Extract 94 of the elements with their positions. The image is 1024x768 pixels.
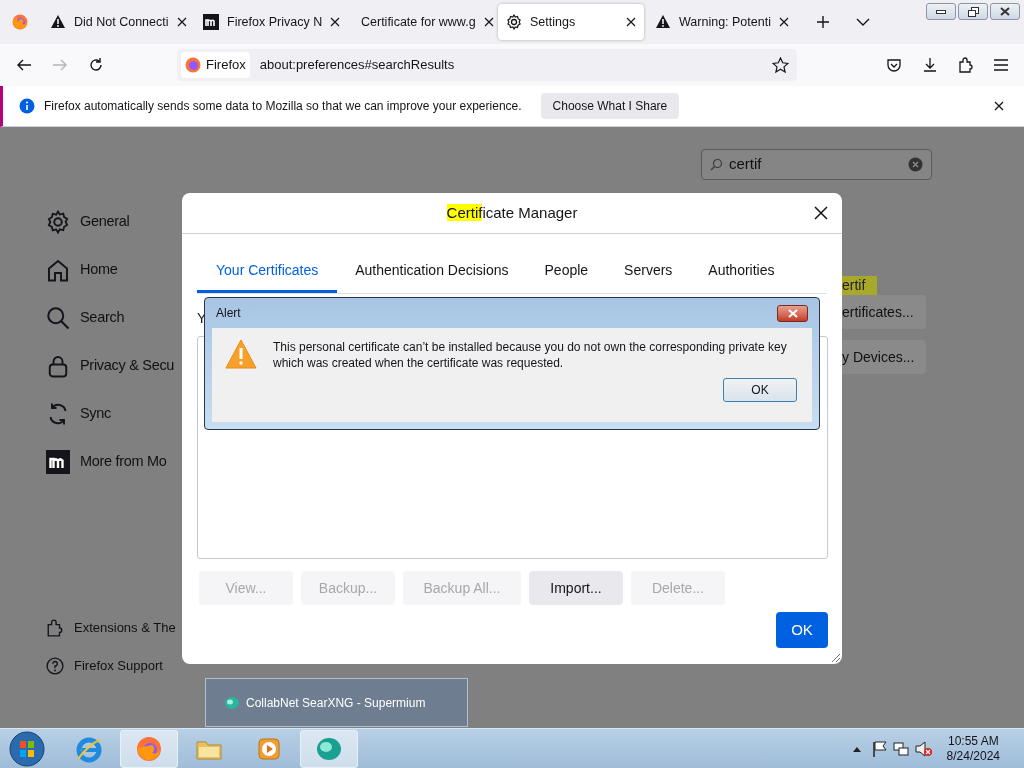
clock-time: 10:55 AM [947,733,999,749]
address-bar[interactable]: Firefox about:preferences#searchResults [177,49,797,81]
tab-label: Warning: Potenti [679,13,771,31]
gear-icon [506,14,522,30]
pocket-icon[interactable] [886,57,902,73]
minimize-icon [936,9,946,14]
dialog-tab[interactable]: Servers [606,251,691,293]
app-icon [224,695,240,710]
sidebar-item[interactable]: Privacy & Secu [46,353,182,379]
notification-message: Firefox automatically sends some data to Mozilla so that we can improve your experience. [44,98,522,115]
clear-icon[interactable] [908,157,923,172]
close-icon[interactable] [626,17,636,27]
settings-button[interactable]: ertificates... [842,295,927,329]
sidebar-item[interactable]: Search [46,305,182,331]
firefox-logo-icon[interactable] [12,14,28,30]
search-icon [46,306,70,330]
alert-title: Alert [216,305,241,322]
tab-label: Settings [530,13,577,31]
chevron-down-icon [856,18,870,26]
firefox-logo-icon [135,734,163,763]
gear-icon [46,210,70,234]
restore-button[interactable] [958,3,988,20]
speaker-muted-icon[interactable] [914,740,933,757]
dialog-tab[interactable]: Your Certificates [197,251,338,293]
menu-icon[interactable] [994,59,1008,71]
plus-icon [816,15,830,29]
sidebar-item[interactable]: More from Mo [46,449,182,475]
identity-box[interactable]: Firefox [181,52,250,78]
browser-tab[interactable]: Warning: Potenti [647,4,795,40]
star-icon[interactable] [772,56,789,74]
tab-label: Firefox Privacy N [227,13,323,31]
close-icon[interactable] [814,206,828,220]
show-hidden-icons-icon[interactable] [852,745,861,752]
browser-tab[interactable]: Settings [498,4,644,40]
minimize-button[interactable] [926,3,956,20]
reload-icon[interactable] [88,57,104,73]
mozilla-m-icon [203,14,219,30]
taskbar-button[interactable] [120,729,178,768]
resize-grip-icon[interactable] [829,651,841,663]
settings-button[interactable]: y Devices... [842,340,927,374]
sidebar-item[interactable]: Home [46,257,182,283]
download-icon[interactable] [922,57,938,73]
browser-tab[interactable]: Firefox Privacy N [195,4,342,40]
tab-label: Certificate for www.g [361,13,476,31]
sidebar-item[interactable]: Sync [46,401,182,427]
alert-message: This personal certificate can’t be installed because you do not own the corresponding private key which was created when the certificate was requested. [273,339,787,371]
close-icon [787,308,798,318]
clock-date: 8/24/2024 [946,748,1000,764]
close-button[interactable] [990,3,1020,20]
dialog-tab[interactable]: Authentication Decisions [337,251,527,293]
close-icon[interactable] [994,101,1004,111]
search-icon [710,158,723,171]
info-icon [19,98,35,114]
ok-button[interactable]: OK [723,378,797,402]
start-button[interactable] [8,729,46,768]
home-icon [46,258,70,282]
extensions-icon[interactable] [958,57,974,73]
sidebar-item[interactable]: Firefox Support [46,657,182,674]
close-icon[interactable] [778,17,789,27]
close-icon [1000,7,1010,16]
taskbar-preview[interactable]: CollabNet SearXNG - Supermium [205,678,468,727]
search-field[interactable]: certif [701,149,932,180]
browser-tab[interactable]: Did Not Connecti [42,4,192,40]
flag-icon[interactable] [872,740,887,757]
dialog-button[interactable]: Import... [529,571,623,605]
identity-label: Firefox [206,56,246,75]
tab-label: Did Not Connecti [74,13,169,31]
close-button[interactable] [777,304,808,322]
close-icon[interactable] [483,17,494,27]
back-icon[interactable] [16,57,32,73]
close-icon[interactable] [330,17,341,27]
warning-icon [50,14,66,30]
warning-icon [225,339,257,369]
dialog-tab[interactable]: Authorities [690,251,793,293]
taskbar-button[interactable] [300,729,358,768]
url-text: about:preferences#searchResults [259,56,456,75]
firefox-logo-icon [185,57,201,73]
warning-icon [655,14,671,30]
network-icon[interactable] [892,740,909,757]
sidebar-item[interactable]: General [46,209,182,235]
search-value: certif [729,154,763,175]
restore-icon [967,6,979,17]
search-highlight: ertif [842,276,878,295]
mozilla-m-icon [46,450,70,474]
dialog-tab[interactable]: People [526,251,607,293]
close-icon[interactable] [176,17,187,27]
puzzle-icon [46,618,64,637]
choose-what-i-share-button[interactable]: Choose What I Share [540,93,680,119]
browser-tab[interactable]: Certificate for www.g [345,4,495,40]
ok-button[interactable]: OK [776,612,828,648]
lock-icon [46,354,70,378]
help-icon [46,656,64,675]
preview-title: CollabNet SearXNG - Supermium [246,694,426,712]
sidebar-item[interactable]: Extensions & The [46,619,182,636]
